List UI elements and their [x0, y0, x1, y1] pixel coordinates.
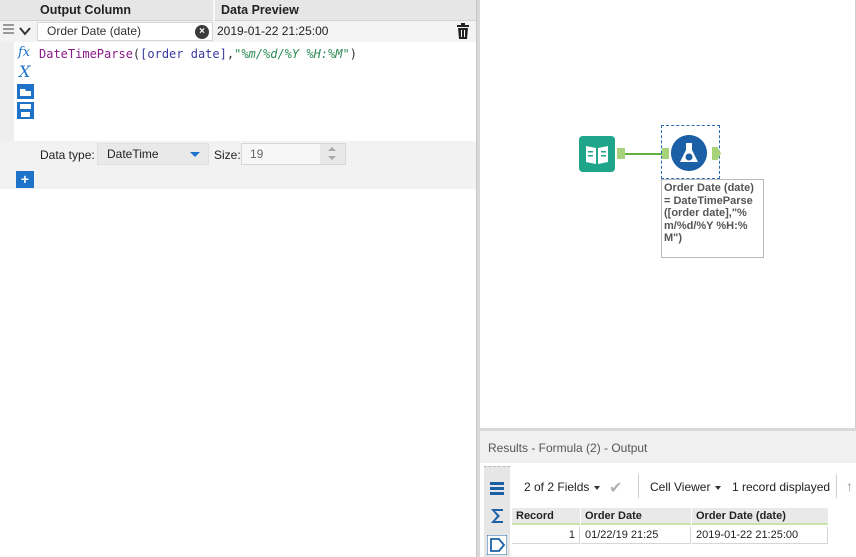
record-count: 1 record displayed — [732, 480, 831, 494]
drag-handle-icon[interactable] — [3, 24, 14, 38]
cell-viewer-dropdown[interactable]: Cell Viewer — [650, 480, 710, 494]
formula-tool-icon[interactable] — [671, 135, 707, 171]
table-cell-record[interactable]: 1 — [512, 527, 580, 544]
tool-annotation: Order Date (date) = DateTimeParse ([orde… — [661, 179, 764, 258]
arrow-up-icon[interactable]: ↑ — [846, 478, 853, 494]
add-row-bar — [0, 169, 476, 189]
output-column-header: Output Column — [40, 3, 131, 17]
dropdown-caret-icon[interactable] — [190, 152, 200, 157]
save-icon[interactable] — [17, 102, 34, 119]
size-spinner[interactable] — [320, 144, 345, 164]
fields-caret-icon[interactable] — [594, 486, 600, 490]
results-title: Results - Formula (2) - Output — [480, 431, 856, 463]
spin-up-icon[interactable] — [328, 147, 336, 151]
variable-icon[interactable]: X — [17, 63, 34, 80]
data-preview-value: 2019-01-22 21:25:00 — [217, 24, 329, 38]
sum-icon[interactable] — [487, 506, 507, 526]
data-type-label: Data type: — [40, 148, 95, 162]
table-cell-order-date[interactable]: 01/22/19 21:25 — [581, 527, 691, 544]
connection-line[interactable] — [625, 153, 662, 155]
svg-text:fx: fx — [17, 45, 31, 60]
chevron-down-icon[interactable] — [17, 24, 33, 38]
column-header-record[interactable]: Record — [512, 508, 580, 525]
config-header: Output Column Data Preview — [0, 0, 476, 21]
tag-icon[interactable] — [487, 535, 507, 555]
output-anchor[interactable] — [617, 148, 625, 159]
function-icon[interactable]: fx — [17, 43, 34, 60]
add-formula-button[interactable]: + — [16, 171, 34, 188]
formula-config-panel — [0, 0, 476, 557]
svg-text:X: X — [17, 63, 31, 80]
open-icon[interactable] — [17, 83, 34, 100]
list-view-icon[interactable] — [487, 479, 507, 499]
formula-expression-editor[interactable]: DateTimeParse([order date],"%m/%d/%Y %H:… — [39, 47, 357, 61]
output-column-field[interactable]: Order Date (date) — [37, 22, 213, 41]
spin-down-icon[interactable] — [328, 156, 336, 160]
data-preview-header: Data Preview — [221, 3, 299, 17]
column-header-order-date[interactable]: Order Date — [581, 508, 691, 525]
table-cell-order-date-date[interactable]: 2019-01-22 21:25:00 — [692, 527, 828, 544]
check-icon[interactable]: ✔ — [609, 478, 622, 498]
column-header-order-date-date[interactable]: Order Date (date) — [692, 508, 828, 525]
trash-icon[interactable] — [456, 23, 470, 40]
input-data-tool-icon[interactable] — [579, 136, 615, 172]
size-label: Size: — [214, 148, 241, 162]
viewer-caret-icon[interactable] — [715, 486, 721, 490]
clear-icon[interactable]: × — [195, 25, 209, 39]
fields-selector[interactable]: 2 of 2 Fields — [524, 480, 589, 494]
